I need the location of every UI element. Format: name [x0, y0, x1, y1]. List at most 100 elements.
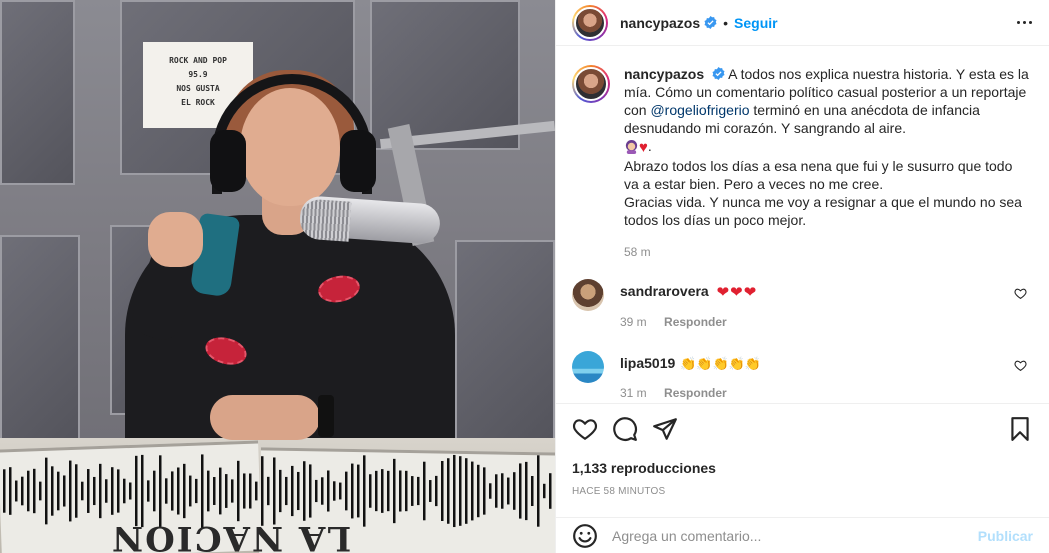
waveform-bar	[15, 480, 18, 502]
waveform-bar	[81, 481, 84, 501]
waveform-bar	[87, 469, 90, 513]
comments-section[interactable]: nancypazos A todos nos explica nuestra h…	[556, 47, 1049, 403]
share-paper-plane-icon[interactable]	[652, 416, 678, 442]
waveform-bar	[183, 463, 186, 519]
waveform-bar	[321, 477, 324, 505]
comment-bubble-icon[interactable]	[612, 416, 638, 442]
waveform-bar	[327, 470, 330, 512]
reply-button[interactable]: Responder	[664, 386, 727, 400]
waveform-bar	[309, 464, 312, 518]
waveform-bar	[135, 455, 138, 527]
comment-input[interactable]	[612, 527, 972, 544]
post-actions-bar	[556, 403, 1049, 453]
waveform-bar	[453, 454, 456, 528]
waveform-bar	[339, 482, 342, 500]
waveform-bar	[117, 469, 120, 513]
girl-emoji-icon	[625, 139, 638, 154]
waveform-bar	[429, 480, 432, 502]
waveform-bar	[111, 467, 114, 515]
add-comment-bar: Publicar	[556, 517, 1049, 553]
caption-username[interactable]: nancypazos	[624, 66, 704, 82]
waveform-bar	[507, 477, 510, 505]
separator-dot: •	[723, 14, 729, 31]
waveform-bar	[435, 475, 438, 507]
verified-badge-icon	[712, 67, 725, 80]
comment-item: sandrarovera ❤❤❤ 39 m Responder	[572, 279, 1035, 329]
caption-mention-link[interactable]: @rogeliofrigerio	[650, 102, 749, 118]
waveform-bar	[177, 467, 180, 515]
post-time-ago: HACE 58 MINUTOS	[572, 486, 666, 497]
waveform-bar	[423, 461, 426, 521]
waveform-bar	[549, 473, 552, 509]
waveform-bar	[153, 470, 156, 512]
verified-badge-icon	[704, 16, 717, 29]
emoji-smiley-icon[interactable]	[572, 523, 598, 549]
like-heart-icon[interactable]	[572, 416, 598, 442]
author-avatar[interactable]	[572, 4, 608, 41]
like-comment-heart-icon[interactable]	[1014, 359, 1027, 372]
waveform-bar	[213, 477, 216, 505]
waveform-bar	[219, 467, 222, 515]
waveform-bar	[357, 464, 360, 518]
waveform-bar	[345, 471, 348, 511]
caption-row: nancypazos A todos nos explica nuestra h…	[572, 65, 1035, 261]
sign-line: 95.9	[188, 70, 208, 79]
follow-button[interactable]: Seguir	[734, 15, 778, 31]
waveform-bar	[297, 471, 300, 511]
more-options-icon[interactable]	[1015, 14, 1033, 32]
waveform-bar	[477, 464, 480, 518]
waveform-bar	[45, 457, 48, 525]
waveform-bar	[27, 470, 30, 512]
comment-text: 👏👏👏👏👏	[680, 356, 762, 371]
caption-text: Abrazo todos los días a esa nena que fui…	[624, 158, 1013, 192]
waveform-bar	[519, 463, 522, 519]
waveform-bar	[147, 480, 150, 502]
commenter-username[interactable]: sandrarovera	[620, 283, 709, 299]
waveform-bar	[315, 479, 318, 503]
commenter-username[interactable]: lipa5019	[620, 355, 675, 371]
waveform-bar	[267, 476, 270, 506]
author-avatar[interactable]	[572, 65, 610, 103]
waveform-bar	[513, 472, 516, 510]
waveform-bar	[417, 476, 420, 506]
waveform-bar	[459, 456, 462, 526]
waveform-bar	[501, 473, 504, 509]
waveform-bar	[495, 474, 498, 508]
post-media-video[interactable]: ROCK AND POP 95.9 NOS GUSTA EL ROCK LA N…	[0, 0, 555, 553]
like-comment-heart-icon[interactable]	[1014, 287, 1027, 300]
waveform-bar	[261, 456, 264, 526]
waveform-bar	[291, 465, 294, 517]
waveform-bar	[531, 475, 534, 507]
waveform-bar	[465, 458, 468, 524]
views-count[interactable]: 1,133 reproducciones	[572, 460, 716, 476]
waveform-bar	[243, 473, 246, 509]
waveform-bar	[33, 468, 36, 514]
author-username[interactable]: nancypazos	[620, 15, 700, 31]
comment-timestamp[interactable]: 39 m	[620, 315, 647, 329]
waveform-bar	[57, 471, 60, 511]
waveform-bar	[63, 475, 66, 507]
post-sidebar: nancypazos • Seguir nancypazos A todos n…	[555, 0, 1049, 553]
save-bookmark-icon[interactable]	[1007, 416, 1033, 442]
waveform-bar	[171, 471, 174, 511]
waveform-bar	[369, 474, 372, 508]
microphone-grill	[298, 198, 352, 242]
waveform-bar	[393, 458, 396, 524]
sign-line: ROCK AND POP	[169, 56, 227, 65]
commenter-avatar[interactable]	[572, 279, 604, 311]
waveform-bar	[405, 470, 408, 512]
comment-timestamp[interactable]: 31 m	[620, 386, 647, 400]
publish-button[interactable]: Publicar	[978, 528, 1033, 544]
headphones-earcup	[340, 130, 376, 192]
caption-timestamp[interactable]: 58 m	[624, 243, 1029, 261]
waveform-bar	[93, 476, 96, 506]
waveform-bar	[255, 481, 258, 501]
waveform-bar	[225, 474, 228, 508]
red-heart-emoji-icon: ♥	[639, 139, 648, 156]
waveform-bar	[231, 479, 234, 503]
commenter-avatar[interactable]	[572, 351, 604, 383]
waveform-bar	[279, 469, 282, 513]
reply-button[interactable]: Responder	[664, 315, 727, 329]
waveform-bar	[303, 461, 306, 521]
waveform-bar	[159, 455, 162, 527]
